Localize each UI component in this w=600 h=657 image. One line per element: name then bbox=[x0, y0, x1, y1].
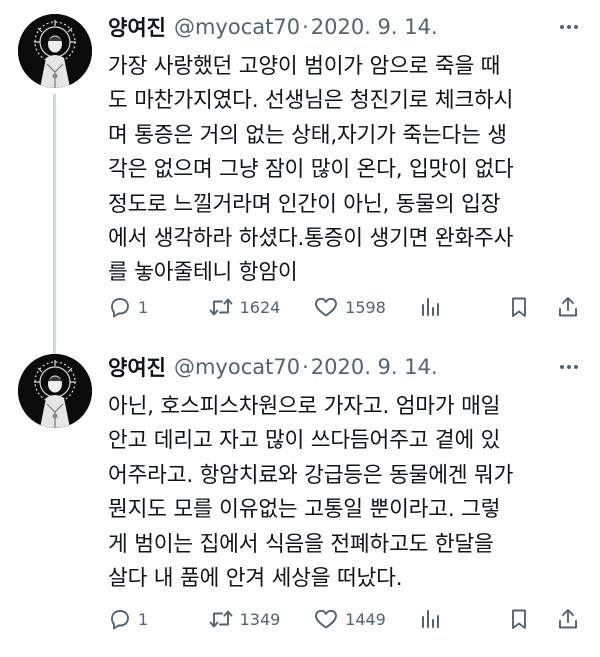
reply-button[interactable]: 1 bbox=[108, 295, 208, 319]
like-button[interactable]: 1449 bbox=[313, 607, 419, 631]
separator-dot: · bbox=[302, 15, 309, 39]
avatar[interactable] bbox=[18, 14, 92, 88]
bar-chart-icon bbox=[419, 295, 441, 319]
tweet-content: 양여진 @myocat70 · 2020. 9. 14. 가장 사랑했던 고양이… bbox=[108, 10, 586, 291]
share-icon bbox=[556, 607, 580, 631]
tweet-date[interactable]: 2020. 9. 14. bbox=[311, 355, 438, 379]
like-count: 1598 bbox=[345, 297, 386, 317]
views-button[interactable] bbox=[419, 607, 509, 631]
reply-icon bbox=[108, 607, 132, 631]
share-button[interactable] bbox=[556, 295, 586, 319]
heart-icon bbox=[313, 607, 339, 631]
reply-count: 1 bbox=[138, 609, 149, 629]
author-name[interactable]: 양여진 bbox=[108, 352, 166, 382]
like-button[interactable]: 1598 bbox=[313, 295, 419, 319]
bookmark-button[interactable] bbox=[508, 607, 556, 631]
separator-dot: · bbox=[302, 355, 309, 379]
tweet-text: 아닌, 호스피스차원으로 가자고. 엄마가 매일 안고 데리고 자고 많이 쓰다… bbox=[108, 394, 514, 592]
avatar-column bbox=[18, 354, 92, 428]
tweet[interactable]: 양여진 @myocat70 · 2020. 9. 14. 아닌, 호스피스차원으… bbox=[0, 340, 600, 657]
avatar[interactable] bbox=[18, 354, 92, 428]
bookmark-button[interactable] bbox=[508, 295, 556, 319]
thread-line bbox=[53, 94, 56, 356]
retweet-button[interactable]: 1624 bbox=[208, 295, 314, 319]
views-button[interactable] bbox=[419, 295, 509, 319]
action-bar: 1 1624 1598 bbox=[108, 292, 586, 322]
reply-button[interactable]: 1 bbox=[108, 607, 208, 631]
bookmark-icon bbox=[508, 607, 530, 631]
tweet-header: 양여진 @myocat70 · 2020. 9. 14. bbox=[108, 10, 586, 44]
avatar-image bbox=[18, 14, 92, 88]
share-icon bbox=[556, 295, 580, 319]
author-handle[interactable]: @myocat70 bbox=[174, 355, 300, 379]
retweet-count: 1349 bbox=[239, 609, 281, 629]
heart-icon bbox=[313, 295, 339, 319]
tweet-header: 양여진 @myocat70 · 2020. 9. 14. bbox=[108, 350, 586, 384]
like-count: 1449 bbox=[345, 609, 386, 629]
retweet-icon bbox=[208, 295, 234, 319]
author-name[interactable]: 양여진 bbox=[108, 12, 166, 42]
share-button[interactable] bbox=[556, 607, 586, 631]
reply-count: 1 bbox=[138, 297, 149, 317]
retweet-count: 1624 bbox=[239, 297, 281, 317]
more-options-icon[interactable] bbox=[558, 356, 580, 378]
action-bar: 1 1349 1449 bbox=[108, 604, 586, 634]
retweet-button[interactable]: 1349 bbox=[208, 607, 314, 631]
avatar-column bbox=[18, 14, 92, 356]
retweet-icon bbox=[208, 607, 234, 631]
tweet-content: 양여진 @myocat70 · 2020. 9. 14. 아닌, 호스피스차원으… bbox=[108, 350, 586, 596]
more-options-icon[interactable] bbox=[558, 16, 580, 38]
tweet-text: 가장 사랑했던 고양이 범이가 암으로 죽을 때 도 마찬가지였다. 선생님은 … bbox=[108, 54, 514, 286]
tweet-date[interactable]: 2020. 9. 14. bbox=[311, 15, 438, 39]
bookmark-icon bbox=[508, 295, 530, 319]
tweet[interactable]: 양여진 @myocat70 · 2020. 9. 14. 가장 사랑했던 고양이… bbox=[0, 0, 600, 356]
avatar-image bbox=[18, 354, 92, 428]
bar-chart-icon bbox=[419, 607, 441, 631]
reply-icon bbox=[108, 295, 132, 319]
author-handle[interactable]: @myocat70 bbox=[174, 15, 300, 39]
